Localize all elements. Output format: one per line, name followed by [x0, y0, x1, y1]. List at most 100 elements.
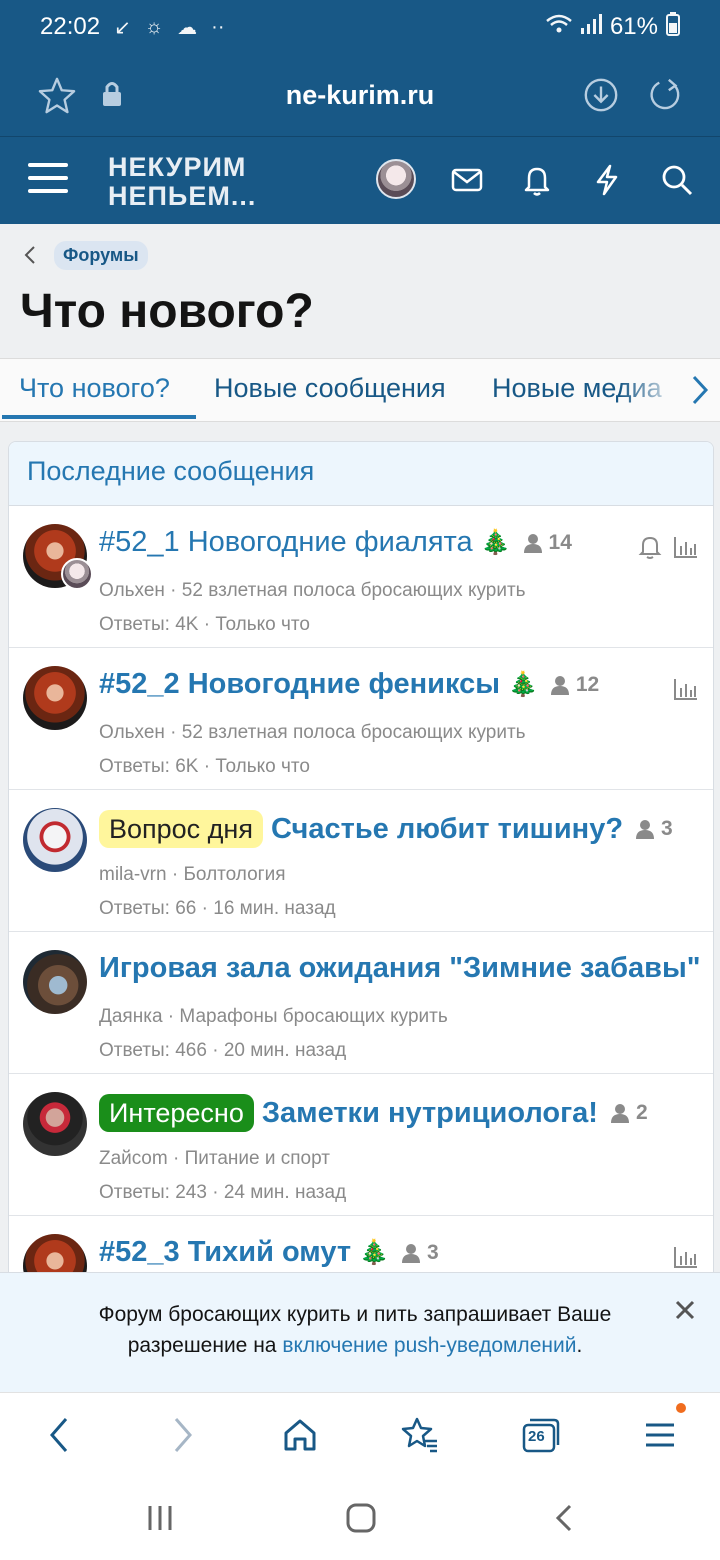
forum-name[interactable]: 52 взлетная полоса бросающих курить — [182, 722, 526, 743]
download-icon[interactable] — [582, 76, 620, 114]
tab-fade — [620, 359, 682, 421]
breadcrumb-back-icon[interactable] — [22, 244, 38, 266]
thread-prefix[interactable]: Интересно — [99, 1094, 254, 1132]
enable-push-link[interactable]: включение push-уведомлений — [282, 1334, 576, 1357]
menu-icon[interactable] — [28, 163, 68, 197]
thread-title[interactable]: #52_2 Новогодние фениксы — [99, 668, 500, 701]
thread-stats: Ответы: 243 · 24 мин. назад — [99, 1182, 347, 1203]
thread-row[interactable]: Игровая зала ожидания "Зимние забавы" Да… — [9, 932, 713, 1074]
author-avatar[interactable] — [23, 950, 87, 1014]
site-logo[interactable]: НЕКУРИМ НЕПЬЕМ... — [108, 153, 256, 211]
author-avatar[interactable] — [23, 666, 87, 730]
reload-icon[interactable] — [646, 76, 684, 114]
thread-title[interactable]: Игровая зала ожидания "Зимние забавы" — [99, 952, 701, 985]
user-icon — [401, 1243, 420, 1263]
tab-count: 26 — [528, 1428, 545, 1445]
status-time: 22:02 — [40, 13, 101, 40]
page-title: Что нового? — [20, 285, 314, 338]
system-back-icon[interactable] — [548, 1502, 580, 1534]
thread-stats: Ответы: 66 · 16 мин. назад — [99, 898, 336, 919]
forward-icon[interactable] — [162, 1415, 202, 1455]
site-header: НЕКУРИМ НЕПЬЕМ... — [0, 136, 720, 224]
messages-icon[interactable] — [450, 163, 484, 197]
user-icon — [550, 675, 569, 695]
stats-chart-icon[interactable] — [673, 676, 699, 702]
author-name[interactable]: Zайcom — [99, 1148, 168, 1169]
user-icon — [636, 820, 655, 839]
forum-name[interactable]: 52 взлетная полоса бросающих курить — [182, 580, 526, 601]
last-post-time[interactable]: 20 мин. назад — [224, 1040, 346, 1061]
signal-icon — [580, 13, 602, 41]
recent-apps-icon[interactable] — [144, 1502, 176, 1534]
author-name[interactable]: Ольхен — [99, 722, 165, 743]
last-post-time[interactable]: Только что — [215, 614, 310, 635]
thread-title[interactable]: Заметки нутрициолога! — [262, 1097, 598, 1130]
participants-count: 2 — [610, 1101, 648, 1125]
search-icon[interactable] — [660, 163, 694, 197]
home-icon[interactable] — [280, 1415, 320, 1455]
last-poster-avatar[interactable] — [61, 558, 93, 590]
thread-row[interactable]: Вопрос дня Счастье любит тишину? 3 mila-… — [9, 790, 713, 932]
alerts-bell-icon[interactable] — [520, 163, 554, 197]
forum-name[interactable]: Болтология — [183, 864, 285, 885]
forum-name[interactable]: Питание и спорт — [185, 1148, 330, 1169]
stats-chart-icon[interactable] — [673, 1244, 699, 1270]
weather-icon: ☼ — [144, 15, 164, 38]
author-name[interactable]: Ольхен — [99, 580, 165, 601]
system-home-icon[interactable] — [345, 1502, 377, 1534]
wifi-icon — [546, 13, 572, 41]
reply-count: Ответы: 6K — [99, 756, 199, 777]
thread-row[interactable]: #52_1 Новогодние фиалята 🎄 14 Ольхен · 5… — [9, 506, 713, 648]
thread-title[interactable]: Счастье любит тишину? — [271, 813, 623, 846]
breadcrumb-forums[interactable]: Форумы — [54, 241, 148, 270]
thread-meta: mila-vrn · Болтология — [99, 864, 286, 885]
browser-toolbar: 26 — [0, 1392, 720, 1476]
battery-icon — [666, 12, 680, 42]
author-name[interactable]: Даянка — [99, 1006, 163, 1027]
author-name[interactable]: mila-vrn — [99, 864, 167, 885]
back-icon[interactable] — [40, 1415, 80, 1455]
last-post-time[interactable]: 16 мин. назад — [213, 898, 335, 919]
thread-title[interactable]: #52_1 Новогодние фиалята — [99, 526, 473, 559]
tree-emoji: 🎄 — [507, 671, 538, 698]
thread-meta: Даянка · Марафоны бросающих курить — [99, 1006, 448, 1027]
block-title: Последние сообщения — [9, 442, 713, 506]
tree-emoji: 🎄 — [359, 1239, 389, 1266]
reply-count: Ответы: 4K — [99, 614, 199, 635]
browser-address-bar: ne-kurim.ru — [0, 54, 720, 136]
watch-bell-icon[interactable] — [637, 534, 663, 560]
close-icon[interactable] — [674, 1299, 696, 1321]
user-avatar[interactable] — [376, 159, 416, 199]
author-avatar[interactable] — [23, 808, 87, 872]
tab-whats-new[interactable]: Что нового? — [19, 373, 170, 404]
reply-count: Ответы: 466 — [99, 1040, 207, 1061]
bookmarks-icon[interactable] — [400, 1415, 440, 1455]
chevron-right-icon[interactable] — [688, 373, 712, 407]
thread-meta: Ольхен · 52 взлетная полоса бросающих ку… — [99, 580, 526, 601]
last-post-time[interactable]: 24 мин. назад — [224, 1182, 346, 1203]
tab-new-posts[interactable]: Новые сообщения — [214, 373, 446, 404]
thread-row[interactable]: Интересно Заметки нутрициолога! 2 Zайcom… — [9, 1074, 713, 1216]
whats-new-bolt-icon[interactable] — [590, 163, 624, 197]
more-notifications-icon: ·· — [211, 15, 225, 38]
tabs-bar: Что нового? Новые сообщения Новые медиа — [0, 358, 720, 422]
system-navigation-bar — [0, 1476, 720, 1560]
forum-name[interactable]: Марафоны бросающих курить — [179, 1006, 447, 1027]
participants-count: 12 — [550, 673, 599, 697]
thread-title[interactable]: #52_3 Тихий омут — [99, 1236, 351, 1269]
participants-count: 3 — [635, 817, 673, 841]
missed-call-icon: ↙ — [114, 16, 131, 39]
last-post-time[interactable]: Только что — [215, 756, 310, 777]
menu-notification-dot — [676, 1403, 686, 1413]
participants-count: 3 — [401, 1241, 439, 1265]
participants-count: 14 — [523, 531, 572, 555]
active-tab-indicator — [2, 415, 196, 419]
reply-count: Ответы: 243 — [99, 1182, 207, 1203]
thread-prefix[interactable]: Вопрос дня — [99, 810, 263, 848]
stats-chart-icon[interactable] — [673, 534, 699, 560]
thread-meta: Ольхен · 52 взлетная полоса бросающих ку… — [99, 722, 526, 743]
tree-emoji: 🎄 — [480, 529, 511, 556]
author-avatar[interactable] — [23, 1092, 87, 1156]
thread-row[interactable]: #52_2 Новогодние фениксы 🎄 12 Ольхен · 5… — [9, 648, 713, 790]
browser-menu-icon[interactable] — [640, 1415, 680, 1455]
